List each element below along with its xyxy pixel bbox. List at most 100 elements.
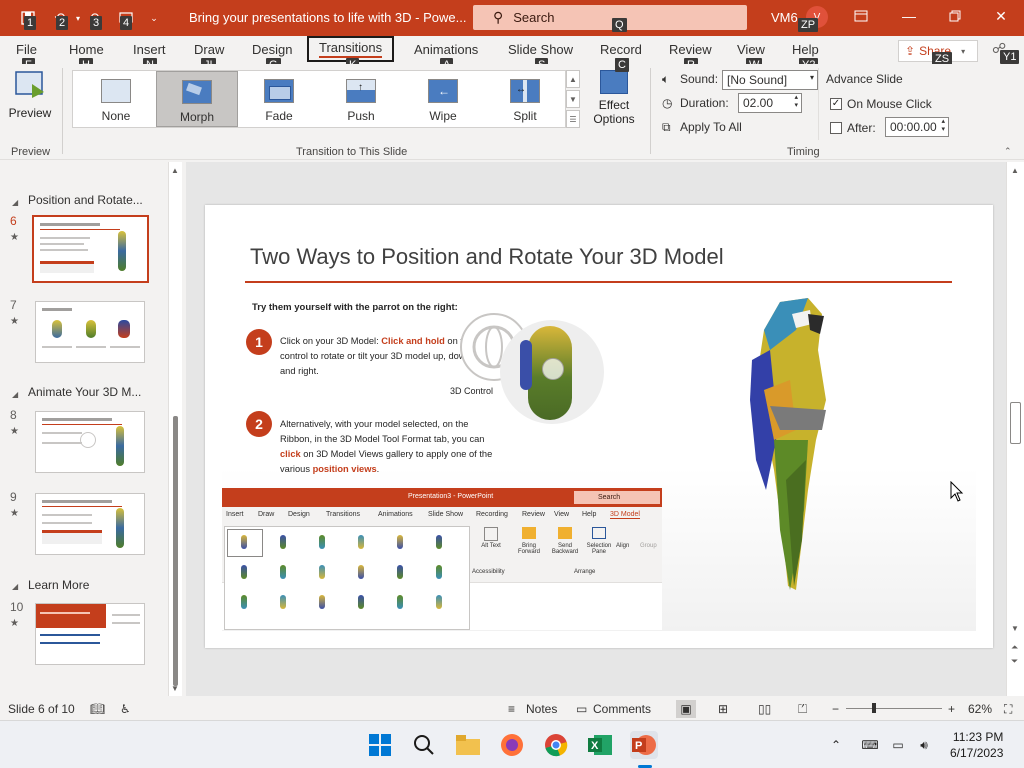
transition-split[interactable]: ↔ Split — [484, 71, 566, 127]
firefox-icon[interactable] — [498, 731, 526, 759]
section-title[interactable]: Learn More — [28, 578, 89, 592]
embedded-ribbon-screenshot[interactable]: Presentation3 - PowerPoint Search Insert… — [222, 488, 662, 630]
slide-scrollbar[interactable]: ▲ ▼ ⏶ ⏷ — [1006, 162, 1024, 696]
spinner-icon[interactable]: ▴ ▾ — [941, 118, 945, 134]
slide-thumbnail[interactable] — [35, 493, 145, 555]
windows-start-icon[interactable] — [366, 731, 394, 759]
restore-button[interactable] — [932, 0, 978, 32]
zoom-slider[interactable] — [846, 703, 942, 713]
slide-subtitle[interactable]: Try them yourself with the parrot on the… — [252, 302, 458, 313]
tab-view[interactable]: View — [737, 42, 765, 57]
minimize-button[interactable]: — — [886, 0, 932, 32]
transition-wipe[interactable]: ← Wipe — [402, 71, 484, 127]
share-dropdown-icon[interactable]: ▾ — [961, 47, 965, 56]
effect-options-button[interactable]: Effect Options — [588, 70, 640, 140]
transition-push[interactable]: ↑ Push — [320, 71, 402, 127]
gallery-view-thumbnail[interactable] — [241, 565, 247, 579]
comments-button[interactable]: Comments — [593, 702, 651, 716]
gallery-view-thumbnail[interactable] — [358, 595, 364, 609]
scroll-up-icon[interactable]: ▲ — [1011, 166, 1019, 175]
next-slide-icon[interactable]: ⏷ — [1011, 656, 1018, 667]
parrot-3d-model[interactable] — [730, 290, 850, 600]
customize-toolbar-icon[interactable]: ⌄ — [144, 8, 164, 28]
after-field[interactable]: 00:00.00 ▴ ▾ — [885, 117, 949, 137]
scroll-down-icon[interactable]: ▼ — [171, 684, 179, 693]
section-title[interactable]: Position and Rotate... — [28, 193, 143, 207]
gallery-scroll-up-icon[interactable]: ▲ — [566, 70, 580, 88]
tab-file[interactable]: File — [16, 42, 37, 57]
gallery-view-thumbnail[interactable] — [280, 595, 286, 609]
after-checkbox[interactable] — [830, 122, 842, 134]
tab-review[interactable]: Review — [669, 42, 712, 57]
gallery-view-thumbnail[interactable] — [397, 595, 403, 609]
gallery-view-thumbnail[interactable] — [319, 565, 325, 579]
section-collapse-icon[interactable]: ◢ — [12, 390, 18, 399]
slide-thumbnail[interactable] — [35, 603, 145, 665]
scroll-up-icon[interactable]: ▲ — [171, 166, 179, 175]
zoom-out-icon[interactable]: − — [832, 702, 839, 716]
gallery-view-thumbnail[interactable] — [319, 595, 325, 609]
powerpoint-icon[interactable]: P — [630, 731, 658, 759]
gallery-view-thumbnail[interactable] — [397, 565, 403, 579]
gallery-view-thumbnail[interactable] — [241, 535, 247, 549]
section-collapse-icon[interactable]: ◢ — [12, 198, 18, 207]
gallery-view-thumbnail[interactable] — [358, 565, 364, 579]
comments-icon[interactable]: ▭ — [576, 702, 587, 716]
slide-show-icon[interactable]: ⏍ — [798, 702, 807, 717]
zoom-in-icon[interactable]: + — [948, 702, 955, 716]
transition-morph[interactable]: Morph — [156, 71, 238, 127]
notes-button[interactable]: Notes — [526, 702, 557, 716]
gallery-scroll-down-icon[interactable]: ▼ — [566, 90, 580, 108]
normal-view-icon[interactable]: ▣ — [676, 700, 696, 718]
notes-icon[interactable]: ≡ — [508, 702, 515, 716]
spinner-icon[interactable]: ▴ ▾ — [794, 94, 798, 110]
tab-record[interactable]: Record — [600, 42, 642, 57]
close-button[interactable]: ✕ — [978, 0, 1024, 32]
thumbnail-scrollbar[interactable]: ▲ ▼ — [168, 162, 182, 696]
slide-scroll-thumb[interactable] — [1010, 402, 1021, 444]
spelling-icon[interactable]: 📖︎ — [90, 702, 105, 716]
collapse-ribbon-icon[interactable]: ⌃ — [1004, 146, 1012, 157]
gallery-view-thumbnail[interactable] — [436, 535, 442, 549]
gallery-view-thumbnail[interactable] — [436, 595, 442, 609]
tab-help[interactable]: Help — [792, 42, 819, 57]
slide-thumbnail[interactable] — [32, 215, 149, 283]
gallery-view-thumbnail[interactable] — [319, 535, 325, 549]
slide-title[interactable]: Two Ways to Position and Rotate Your 3D … — [250, 244, 724, 270]
on-mouse-click-checkbox[interactable]: ✓ — [830, 98, 842, 110]
accessibility-icon[interactable]: ♿︎ — [120, 702, 131, 716]
file-explorer-icon[interactable] — [454, 731, 482, 759]
show-hidden-icons[interactable]: ⌃ — [822, 731, 850, 759]
transition-none[interactable]: None — [75, 71, 157, 127]
tab-draw[interactable]: Draw — [194, 42, 224, 57]
network-icon[interactable]: ▭ — [884, 731, 912, 759]
keyboard-icon[interactable]: ⌨ — [856, 731, 884, 759]
transition-fade[interactable]: Fade — [238, 71, 320, 127]
section-collapse-icon[interactable]: ◢ — [12, 582, 18, 591]
fit-to-window-icon[interactable]: ⛶ — [1004, 702, 1012, 717]
previous-slide-icon[interactable]: ⏶ — [1011, 642, 1018, 653]
reading-view-icon[interactable]: ▯▯ — [758, 702, 771, 716]
apply-to-all-button[interactable]: Apply To All — [680, 120, 742, 134]
tab-insert[interactable]: Insert — [133, 42, 166, 57]
zoom-level[interactable]: 62% — [968, 702, 992, 716]
tab-design[interactable]: Design — [252, 42, 292, 57]
gallery-view-thumbnail[interactable] — [280, 565, 286, 579]
gallery-view-thumbnail[interactable] — [436, 565, 442, 579]
preview-button[interactable]: Preview — [6, 70, 54, 130]
excel-icon[interactable]: X — [586, 731, 614, 759]
search-taskbar-icon[interactable] — [410, 731, 438, 759]
gallery-view-thumbnail[interactable] — [358, 535, 364, 549]
scroll-down-icon[interactable]: ▼ — [1011, 624, 1019, 633]
slide-sorter-icon[interactable]: ⊞ — [718, 702, 728, 716]
slide-thumbnail[interactable] — [35, 411, 145, 473]
gallery-view-thumbnail[interactable] — [397, 535, 403, 549]
section-title[interactable]: Animate Your 3D M... — [28, 385, 141, 399]
slide-thumbnail[interactable] — [35, 301, 145, 363]
gallery-more-icon[interactable]: ☰ — [566, 110, 580, 128]
thumbnail-scroll-thumb[interactable] — [173, 416, 178, 686]
undo-dropdown-icon[interactable]: ▾ — [68, 8, 88, 28]
ribbon-display-options-icon[interactable] — [838, 0, 884, 32]
tab-slide-show[interactable]: Slide Show — [508, 42, 573, 57]
sound-select[interactable]: [No Sound] ▾ — [722, 70, 818, 90]
